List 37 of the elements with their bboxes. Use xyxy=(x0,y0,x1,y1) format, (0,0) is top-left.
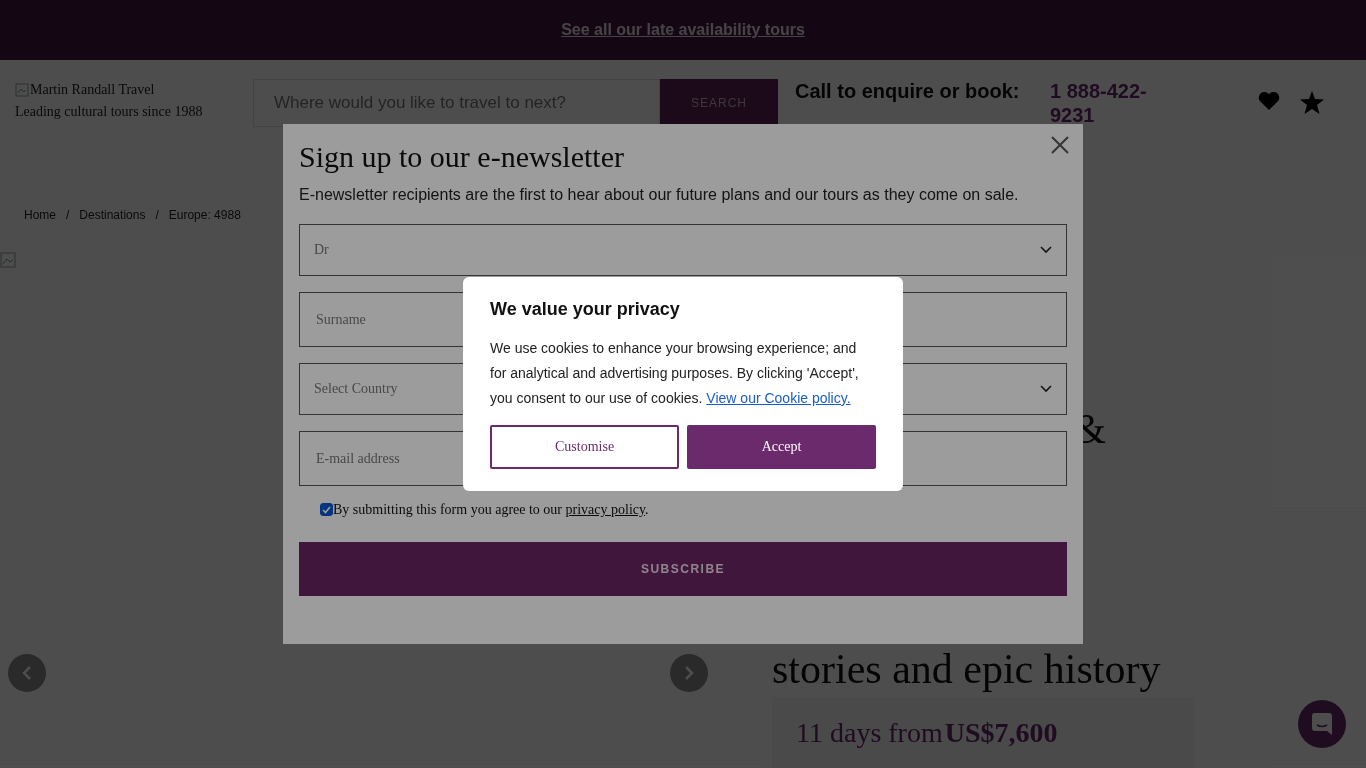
cookie-text: We use cookies to enhance your browsing experience; and for analytical and advertising purposes. By clicking 'Accept', you consent to our use of cookies. View our Cookie policy. xyxy=(490,339,860,408)
logo-alt-text[interactable]: Martin Randall Travel xyxy=(30,82,155,98)
dialog-title: Sign up to our e-newsletter xyxy=(299,140,624,174)
cookie-title: We value your privacy xyxy=(490,299,681,320)
dialog-intro: E-newsletter recipients are the first to hear about our future plans and our tours as they come on sale. xyxy=(299,186,1020,204)
breadcrumb-separator: / xyxy=(66,208,70,224)
previous-button[interactable] xyxy=(8,654,46,692)
breadcrumb-separator: / xyxy=(155,208,159,224)
chevron-left-icon xyxy=(22,665,32,681)
chevron-down-icon xyxy=(1040,385,1052,393)
breadcrumb-link[interactable]: Home xyxy=(24,208,56,250)
star-icon[interactable] xyxy=(1300,91,1324,114)
tagline: Leading cultural tours since 1988 xyxy=(15,104,204,120)
chevron-down-icon xyxy=(1040,246,1052,254)
cookie-policy-link[interactable]: View our Cookie policy. xyxy=(706,390,851,406)
customise-button[interactable]: Customise xyxy=(490,425,680,469)
phone-link[interactable]: 1 888-422-9231 xyxy=(1050,79,1180,127)
chevron-right-icon xyxy=(684,665,694,681)
price-text: US$7,600 xyxy=(944,717,1058,749)
subscribe-button[interactable]: SUBSCRIBE xyxy=(299,542,1067,596)
chat-button[interactable] xyxy=(1298,700,1346,748)
select-field[interactable]: Dr xyxy=(299,224,1067,276)
tour-title: stories and epic history xyxy=(772,645,1162,693)
privacy-policy-link[interactable]: privacy policy xyxy=(565,502,646,517)
close-icon[interactable] xyxy=(1051,136,1069,154)
breadcrumb-link[interactable]: Europe: 4988 xyxy=(168,208,241,250)
heart-icon[interactable] xyxy=(1258,91,1280,111)
call-label: Call to enquire or book: xyxy=(795,79,1021,103)
consent-text: By submitting this form you agree to our privacy policy. xyxy=(333,502,649,518)
next-button[interactable] xyxy=(670,654,708,692)
consent-checkbox[interactable] xyxy=(320,503,333,516)
accept-button[interactable]: Accept xyxy=(687,425,876,469)
duration-text: 11 days from xyxy=(796,717,943,749)
broken-image-icon xyxy=(15,83,29,97)
chat-icon xyxy=(1312,713,1332,735)
breadcrumb-link[interactable]: Destinations xyxy=(79,208,146,250)
broken-image-icon xyxy=(0,252,16,268)
